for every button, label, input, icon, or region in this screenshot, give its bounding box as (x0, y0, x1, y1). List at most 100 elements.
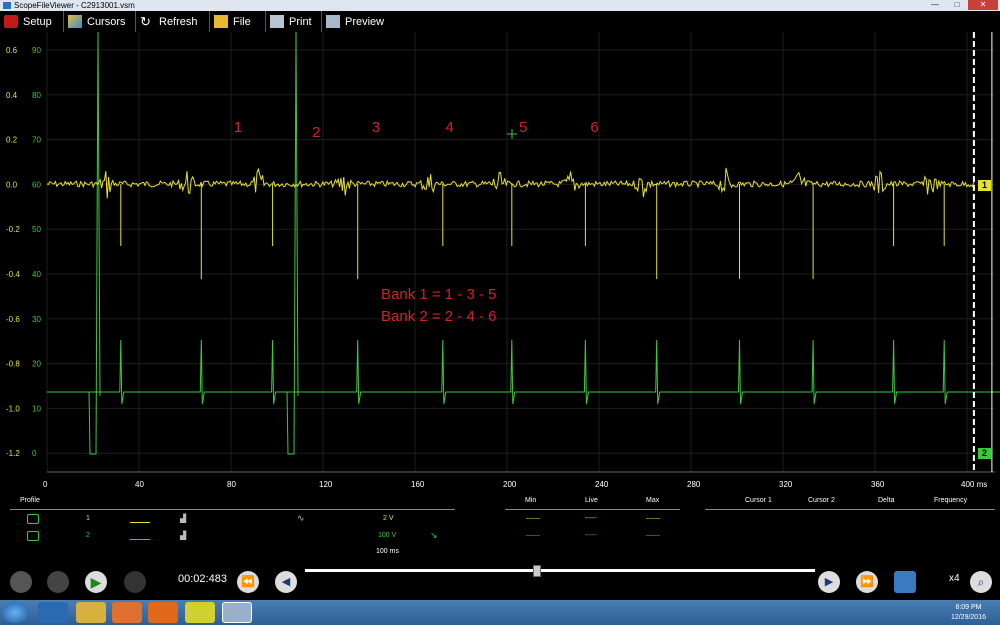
y-tick-label-ch1: -0.8 (6, 360, 20, 369)
file-button[interactable]: File (210, 11, 266, 32)
slider-thumb[interactable] (533, 565, 541, 577)
x-tick-label: 160 (411, 480, 425, 489)
clock-date: 12/29/2016 (950, 614, 986, 621)
y-tick-label-ch1: 0.4 (6, 91, 18, 100)
x-tick-label: 360 (871, 480, 885, 489)
measurement-panel: Profile Min Live Max Cursor 1 Cursor 2 D… (0, 494, 1000, 564)
max-header: Max (646, 497, 660, 504)
crosshair-marker (507, 129, 517, 139)
cylinder-label: 6 (590, 119, 599, 136)
channel-2-graph-icon[interactable]: ▟ (180, 531, 186, 540)
record-icon[interactable] (124, 571, 146, 593)
close-button[interactable]: ✕ (968, 0, 998, 10)
y-tick-label-ch2: 40 (32, 270, 41, 279)
y-tick-label-ch1: -1.2 (6, 449, 20, 458)
scope-viewer-taskbar-icon[interactable] (222, 602, 252, 623)
cursor1-header: Cursor 1 (745, 497, 772, 504)
channel-2-probe-line-icon (130, 531, 150, 540)
cylinder-label: 2 (312, 124, 321, 141)
cylinder-label: 4 (445, 119, 454, 136)
cylinder-label: 5 (519, 119, 528, 136)
cursor2-header: Cursor 2 (808, 497, 835, 504)
channel-1-marker[interactable]: 1 (978, 180, 991, 191)
min-header: Min (525, 497, 537, 504)
play-icon[interactable]: ▶ (85, 571, 107, 593)
fullscreen-icon[interactable] (894, 571, 916, 593)
y-axis: 0.6 0.4 0.2 0.0 -0.2 -0.4 -0.6 -0.8 -1.0 -1.2 90 80… (6, 46, 41, 458)
start-icon[interactable] (2, 602, 28, 623)
bank-2-label: Bank 2 = 2 - 4 - 6 (381, 308, 497, 325)
chrome-icon[interactable] (185, 602, 215, 623)
cursors-button[interactable]: Cursors (64, 11, 136, 32)
x-tick-label: 200 (503, 480, 517, 489)
cursors-icon (68, 15, 82, 28)
zoom-icon[interactable]: ⌕ (970, 571, 992, 593)
channel-2-trigger-icon[interactable]: ↘ (430, 530, 438, 541)
window-title: ScopeFileViewer - C2913001.vsm (14, 1, 135, 10)
x-tick-label: 240 (595, 480, 609, 489)
grid (46, 32, 995, 473)
channel-1-probe-icon[interactable] (27, 514, 39, 524)
toolbar: Setup Cursors ↻ Refresh File Print Previ… (0, 11, 396, 32)
rewind-icon[interactable]: ⏪ (237, 571, 259, 593)
x-tick-label: 80 (227, 480, 236, 489)
channel-1-probe-line-icon (130, 514, 150, 523)
y-tick-label-ch1: -0.4 (6, 270, 20, 279)
channel-1-coupling-icon[interactable]: ∿ (297, 513, 305, 524)
step-forward-icon[interactable]: ▶ (818, 571, 840, 593)
channel-2-scale[interactable]: 100 V (378, 532, 396, 539)
media-player-icon[interactable] (112, 602, 142, 623)
profile-header: Profile (20, 497, 40, 504)
folder-icon (214, 15, 228, 28)
preview-button[interactable]: Preview (322, 11, 396, 32)
scope-display[interactable]: 0.6 0.4 0.2 0.0 -0.2 -0.4 -0.6 -0.8 -1.0 -1.2 90 80… (0, 32, 1000, 494)
firefox-icon[interactable] (148, 602, 178, 623)
system-clock[interactable]: 8:09 PM 12/29/2016 (951, 603, 986, 623)
title-bar: ScopeFileViewer - C2913001.vsm — □ ✕ (0, 0, 1000, 11)
cylinder-label: 1 (233, 119, 243, 136)
delta-header: Delta (878, 497, 895, 504)
setup-button[interactable]: Setup (0, 11, 64, 32)
playback-slider[interactable] (305, 569, 815, 572)
taskbar: 8:09 PM 12/29/2016 (0, 600, 1000, 625)
channel-1-live: ----- (585, 515, 597, 522)
playback-timer: 00:02:483 (178, 573, 227, 585)
y-tick-label-ch2: 80 (32, 91, 41, 100)
bank-1-label: Bank 1 = 1 - 3 - 5 (381, 286, 497, 303)
refresh-button[interactable]: ↻ Refresh (136, 11, 210, 32)
ie-icon[interactable] (38, 602, 68, 623)
y-tick-label-ch1: 0.2 (6, 136, 18, 145)
channel-2-live: ----- (585, 532, 597, 539)
zoom-level[interactable]: x4 (949, 573, 960, 584)
y-tick-label-ch2: 60 (32, 180, 41, 189)
y-tick-label-ch2: 10 (32, 404, 41, 413)
stop-icon[interactable] (47, 571, 69, 593)
minimize-button[interactable]: — (924, 0, 946, 10)
y-tick-label-ch2: 70 (32, 136, 41, 145)
x-tick-label: 0 (43, 480, 48, 489)
waveform-chart[interactable]: 0.6 0.4 0.2 0.0 -0.2 -0.4 -0.6 -0.8 -1.0 -1.2 90 80… (0, 32, 1000, 494)
fast-forward-icon[interactable]: ⏩ (856, 571, 878, 593)
print-button[interactable]: Print (266, 11, 322, 32)
channel-2-waveform (47, 32, 1000, 455)
snapshot-icon[interactable] (10, 571, 32, 593)
step-back-icon[interactable]: ◀ (275, 571, 297, 593)
clock-time: 8:09 PM (955, 604, 982, 611)
live-header: Live (585, 497, 598, 504)
explorer-icon[interactable] (76, 602, 106, 623)
divider (505, 509, 680, 510)
maximize-button[interactable]: □ (946, 0, 968, 10)
printer-icon (270, 15, 284, 28)
channel-2-probe-icon[interactable] (27, 531, 39, 541)
x-tick-label: 120 (319, 480, 333, 489)
y-tick-label-ch1: 0.0 (6, 180, 18, 189)
channel-1-scale[interactable]: 2 V (383, 515, 394, 522)
channel-1-graph-icon[interactable]: ▟ (180, 514, 186, 523)
x-tick-label: 400 ms (961, 480, 987, 489)
channel-2-marker[interactable]: 2 (978, 448, 991, 459)
timebase[interactable]: 100 ms (376, 548, 399, 555)
y-tick-label-ch1: -0.2 (6, 225, 20, 234)
y-tick-label-ch1: 0.6 (6, 46, 18, 55)
preview-icon (326, 15, 340, 28)
y-tick-label-ch2: 0 (32, 449, 37, 458)
